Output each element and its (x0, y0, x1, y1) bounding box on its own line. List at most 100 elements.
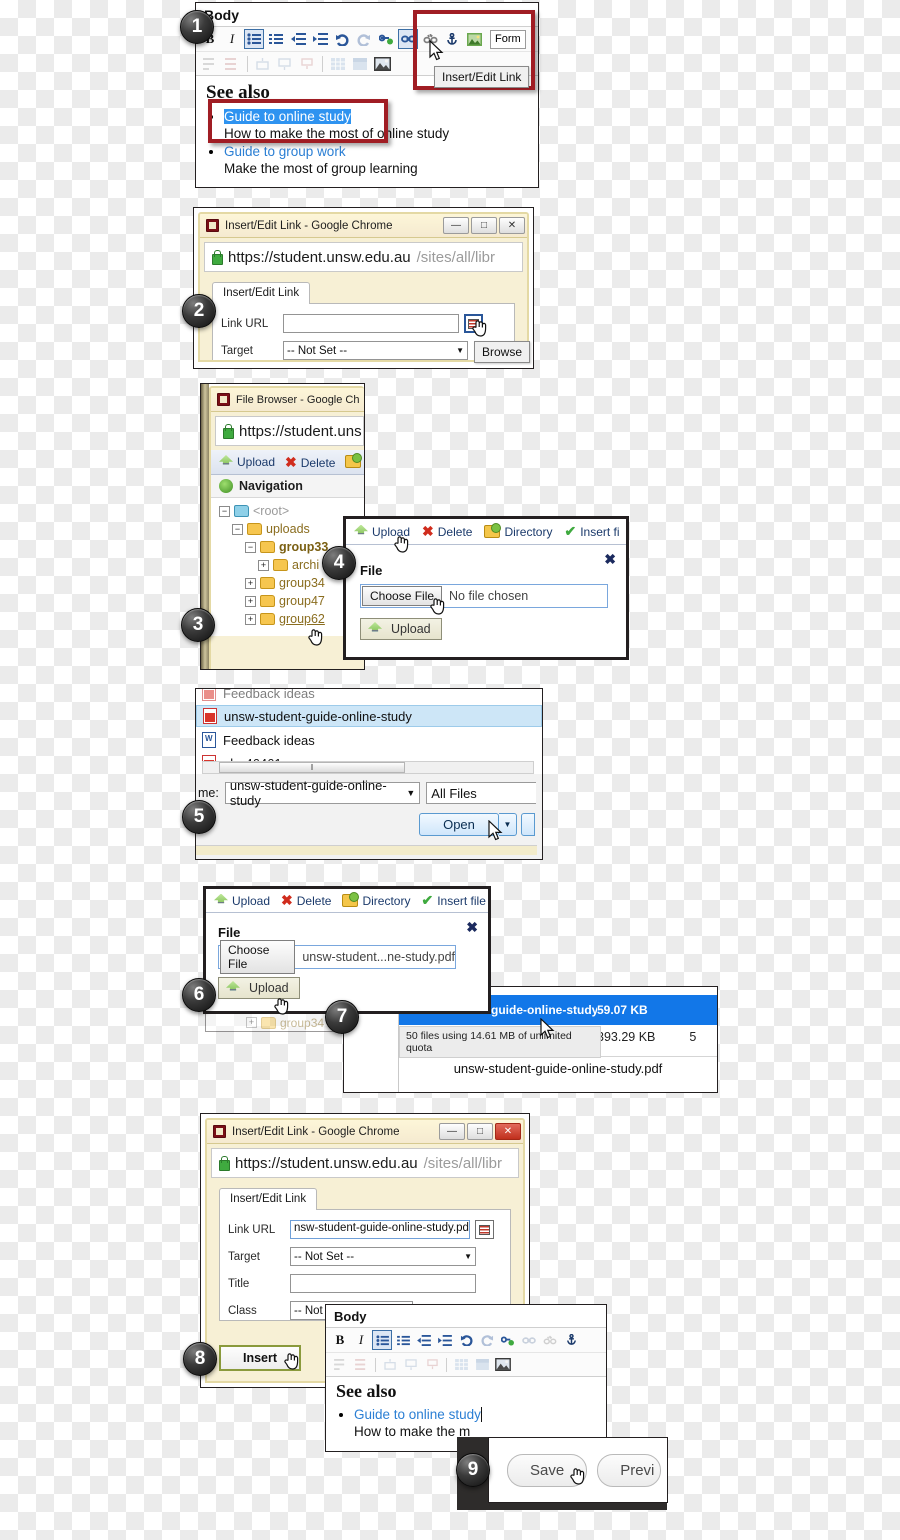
close-button[interactable]: ✕ (499, 217, 525, 234)
address-bar[interactable]: https://student.uns (215, 416, 364, 446)
ordered-list-icon[interactable] (266, 29, 286, 49)
close-icon[interactable]: ✖ (604, 551, 616, 568)
redo-icon[interactable] (477, 1330, 497, 1350)
link-url-input[interactable]: nsw-student-guide-online-study.pdf (290, 1220, 470, 1239)
bold-icon[interactable]: B (330, 1330, 350, 1350)
cell-props-icon[interactable] (351, 1355, 371, 1375)
tree-toggle-icon[interactable]: − (232, 523, 243, 535)
anchor-icon[interactable] (561, 1330, 581, 1350)
choose-file-button[interactable]: Choose File (362, 586, 443, 606)
list-item[interactable]: obr 46461 (196, 753, 542, 761)
maximize-button[interactable]: □ (471, 217, 497, 234)
tree-toggle-icon[interactable]: − (245, 541, 256, 553)
delete-row-icon[interactable] (297, 54, 317, 74)
insert-table-icon[interactable] (451, 1355, 471, 1375)
italic-icon[interactable]: I (351, 1330, 371, 1350)
indent-icon[interactable] (435, 1330, 455, 1350)
tree-toggle-icon[interactable]: + (245, 613, 256, 625)
file-open-list[interactable]: Feedback ideas unsw-student-guide-online… (196, 689, 542, 761)
browse-server-icon[interactable] (475, 1220, 494, 1239)
maximize-button[interactable]: □ (467, 1123, 493, 1140)
outdent-icon[interactable] (288, 29, 308, 49)
scrollbar-thumb[interactable]: ‖ (219, 762, 405, 773)
redo-icon[interactable] (354, 29, 374, 49)
unordered-list-icon[interactable] (372, 1330, 392, 1350)
list-item[interactable]: Feedback ideas (196, 730, 542, 750)
address-bar[interactable]: https://student.unsw.edu.au/sites/all/li… (211, 1148, 519, 1178)
italic-icon[interactable]: I (222, 29, 242, 49)
toolbar-delete-button[interactable]: ✖ Delete (422, 523, 472, 540)
unlink-icon[interactable] (540, 1330, 560, 1350)
upload-submit-button[interactable]: Upload (360, 618, 442, 640)
close-icon[interactable]: ✖ (466, 919, 478, 936)
table-props-icon[interactable] (350, 54, 370, 74)
outdent-icon[interactable] (414, 1330, 434, 1350)
file-input-field[interactable]: Choose File No file chosen (360, 584, 608, 608)
insert-button[interactable]: Insert (219, 1345, 302, 1371)
cancel-button-partial[interactable] (521, 813, 535, 836)
tab-insert-edit-link[interactable]: Insert/Edit Link (219, 1188, 318, 1210)
toolbar-delete-button[interactable]: ✖ Delete (281, 892, 331, 909)
table-props-icon[interactable] (472, 1355, 492, 1375)
browse-server-icon[interactable] (464, 314, 483, 333)
row-props-icon[interactable] (330, 1355, 350, 1375)
tree-toggle-icon[interactable]: + (245, 577, 256, 589)
link-guide-online-study[interactable]: Guide to online study (354, 1407, 482, 1422)
insert-row-before-icon[interactable] (253, 54, 273, 74)
list-item-partial[interactable]: Feedback ideas (196, 689, 542, 703)
insert-row-before-icon[interactable] (380, 1355, 400, 1375)
insert-link-new-icon[interactable] (498, 1330, 518, 1350)
tree-toggle-icon[interactable]: + (258, 559, 269, 571)
cell-props-icon[interactable] (222, 54, 242, 74)
minimize-button[interactable]: — (439, 1123, 465, 1140)
tab-insert-edit-link[interactable]: Insert/Edit Link (212, 282, 311, 304)
ordered-list-icon[interactable] (393, 1330, 413, 1350)
target-select[interactable]: -- Not Set -- ▼ (290, 1247, 476, 1266)
open-button[interactable]: Open (419, 813, 499, 836)
undo-icon[interactable] (332, 29, 352, 49)
toolbar-insert-file-button[interactable]: ✔ Insert fi (564, 523, 619, 540)
tree-toggle-icon[interactable]: − (219, 505, 230, 517)
tree-node[interactable]: + group62 (219, 612, 358, 626)
toolbar-delete-button[interactable]: ✖ Delete (285, 454, 335, 471)
insert-row-after-icon[interactable] (275, 54, 295, 74)
address-bar[interactable]: https://student.unsw.edu.au/sites/all/li… (204, 242, 523, 272)
preview-button[interactable]: Previ (597, 1453, 662, 1487)
open-dropdown-button[interactable]: ▼ (499, 813, 517, 836)
delete-row-icon[interactable] (422, 1355, 442, 1375)
indent-icon[interactable] (310, 29, 330, 49)
toolbar-upload-button[interactable]: Upload (214, 893, 270, 908)
link-url-input[interactable] (283, 314, 459, 333)
toolbar-upload-button[interactable]: Upload (354, 524, 410, 539)
link-guide-group-work[interactable]: Guide to group work (224, 144, 346, 159)
tree-node[interactable]: − <root> (219, 504, 358, 518)
undo-icon[interactable] (456, 1330, 476, 1350)
image-manager-icon[interactable] (372, 54, 392, 74)
tree-node[interactable]: + group47 (219, 594, 358, 608)
file-input-field[interactable]: Choose File unsw-student...ne-study.pdf (218, 940, 456, 974)
image-manager-icon[interactable] (493, 1355, 513, 1375)
save-button[interactable]: Save (507, 1453, 588, 1487)
tree-node[interactable]: − uploads (219, 522, 358, 536)
insert-table-icon[interactable] (328, 54, 348, 74)
title-input[interactable] (290, 1274, 476, 1293)
toolbar-upload-button[interactable]: Upload (219, 455, 275, 469)
choose-file-button[interactable]: Choose File (220, 940, 296, 974)
upload-submit-button[interactable]: Upload (218, 977, 300, 999)
target-select[interactable]: -- Not Set -- ▼ (283, 341, 468, 360)
toolbar-directory-button[interactable] (345, 453, 364, 469)
horizontal-scrollbar[interactable]: ‖ (202, 761, 534, 774)
filter-combo[interactable]: All Files (426, 782, 536, 804)
minimize-button[interactable]: — (443, 217, 469, 234)
filename-combo[interactable]: unsw-student-guide-online-study ▼ (224, 778, 421, 808)
list-item[interactable]: unsw-student-guide-online-study (196, 705, 542, 727)
unordered-list-icon[interactable] (244, 29, 264, 49)
tree-toggle-icon[interactable]: + (245, 595, 256, 607)
close-button[interactable]: ✕ (495, 1123, 521, 1140)
toolbar-insert-file-button[interactable]: ✔ Insert file (421, 892, 485, 909)
row-props-icon[interactable] (200, 54, 220, 74)
editor-body[interactable]: See also Guide to online study How to ma… (326, 1377, 606, 1442)
insert-link-new-icon[interactable] (376, 29, 396, 49)
insert-edit-link-icon[interactable] (519, 1330, 539, 1350)
toolbar-directory-button[interactable]: Directory (484, 522, 552, 539)
